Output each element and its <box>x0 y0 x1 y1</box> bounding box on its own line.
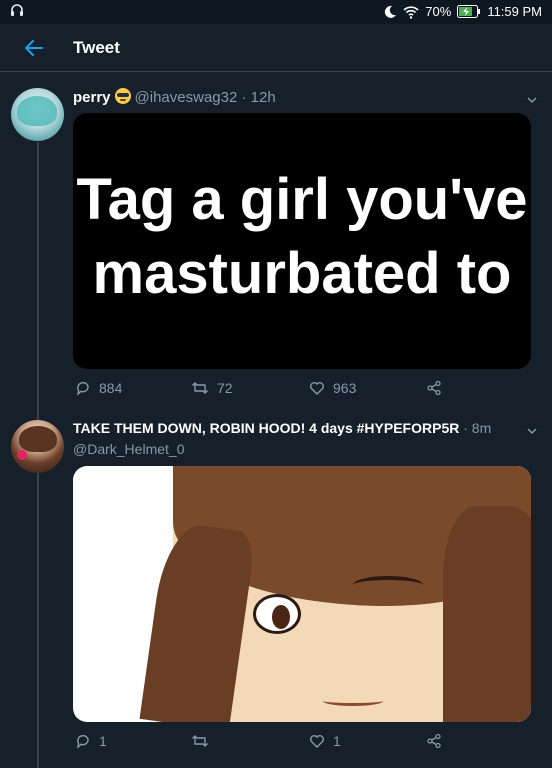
reply-button[interactable]: 884 <box>75 380 122 396</box>
share-button[interactable] <box>426 733 442 749</box>
tweet-time: 12h <box>250 89 276 106</box>
do-not-disturb-icon <box>383 5 397 19</box>
wifi-icon <box>403 5 419 19</box>
battery-charging-icon <box>457 5 481 18</box>
separator-dot: · <box>463 420 468 436</box>
retweet-count: 72 <box>217 380 233 396</box>
like-count: 963 <box>333 380 357 396</box>
chevron-down-icon[interactable] <box>526 424 538 436</box>
battery-percent: 70% <box>425 4 452 19</box>
tweet-actions: 1 1 <box>73 733 493 753</box>
back-arrow-icon[interactable] <box>22 36 46 60</box>
retweet-button[interactable]: 72 <box>191 380 233 396</box>
display-name[interactable]: perry <box>73 89 111 106</box>
like-button[interactable]: 963 <box>309 380 356 396</box>
like-count: 1 <box>333 733 341 749</box>
tweet-actions: 884 72 963 <box>73 380 493 400</box>
share-button[interactable] <box>426 380 442 396</box>
share-icon <box>426 733 442 749</box>
page-title: Tweet <box>73 38 120 57</box>
display-name[interactable]: TAKE THEM DOWN, ROBIN HOOD! 4 days #HYPE… <box>73 420 459 436</box>
chevron-down-icon[interactable] <box>526 93 538 105</box>
tweet-handle-row: @Dark_Helmet_0 <box>73 441 184 457</box>
like-button[interactable]: 1 <box>309 733 341 749</box>
retweet-icon <box>191 380 209 396</box>
retweet-button[interactable] <box>191 733 217 749</box>
reply-count: 1 <box>99 733 107 749</box>
thread-connector <box>37 473 39 768</box>
status-right: 70% 11:59 PM <box>383 4 542 19</box>
share-icon <box>426 380 442 396</box>
tweet-header: perry @ihaveswag32 · 12h <box>73 88 276 106</box>
reply-icon <box>75 380 91 396</box>
user-handle[interactable]: @ihaveswag32 <box>135 89 238 106</box>
app-header: Tweet <box>0 24 552 72</box>
clock: 11:59 PM <box>487 4 542 19</box>
sunglasses-emoji-icon <box>114 88 131 104</box>
tweet-media-image[interactable] <box>73 466 531 722</box>
headphones-icon <box>10 3 24 20</box>
heart-icon <box>309 733 325 749</box>
reply-count: 884 <box>99 380 123 396</box>
user-handle[interactable]: @Dark_Helmet_0 <box>73 441 184 457</box>
status-bar: 70% 11:59 PM <box>0 0 552 24</box>
media-caption-text: Tag a girl you've masturbated to <box>76 167 528 306</box>
tweet-header: TAKE THEM DOWN, ROBIN HOOD! 4 days #HYPE… <box>73 420 491 436</box>
separator-dot: · <box>241 89 247 106</box>
anime-character-illustration <box>139 466 531 722</box>
tweet-media-image[interactable]: Tag a girl you've masturbated to <box>73 113 531 369</box>
avatar[interactable] <box>11 88 64 141</box>
thread-connector <box>37 142 39 424</box>
heart-icon <box>309 380 325 396</box>
retweet-icon <box>191 733 209 749</box>
reply-icon <box>75 733 91 749</box>
tweet-time: 8m <box>471 420 492 436</box>
avatar[interactable] <box>11 420 64 473</box>
reply-button[interactable]: 1 <box>75 733 107 749</box>
